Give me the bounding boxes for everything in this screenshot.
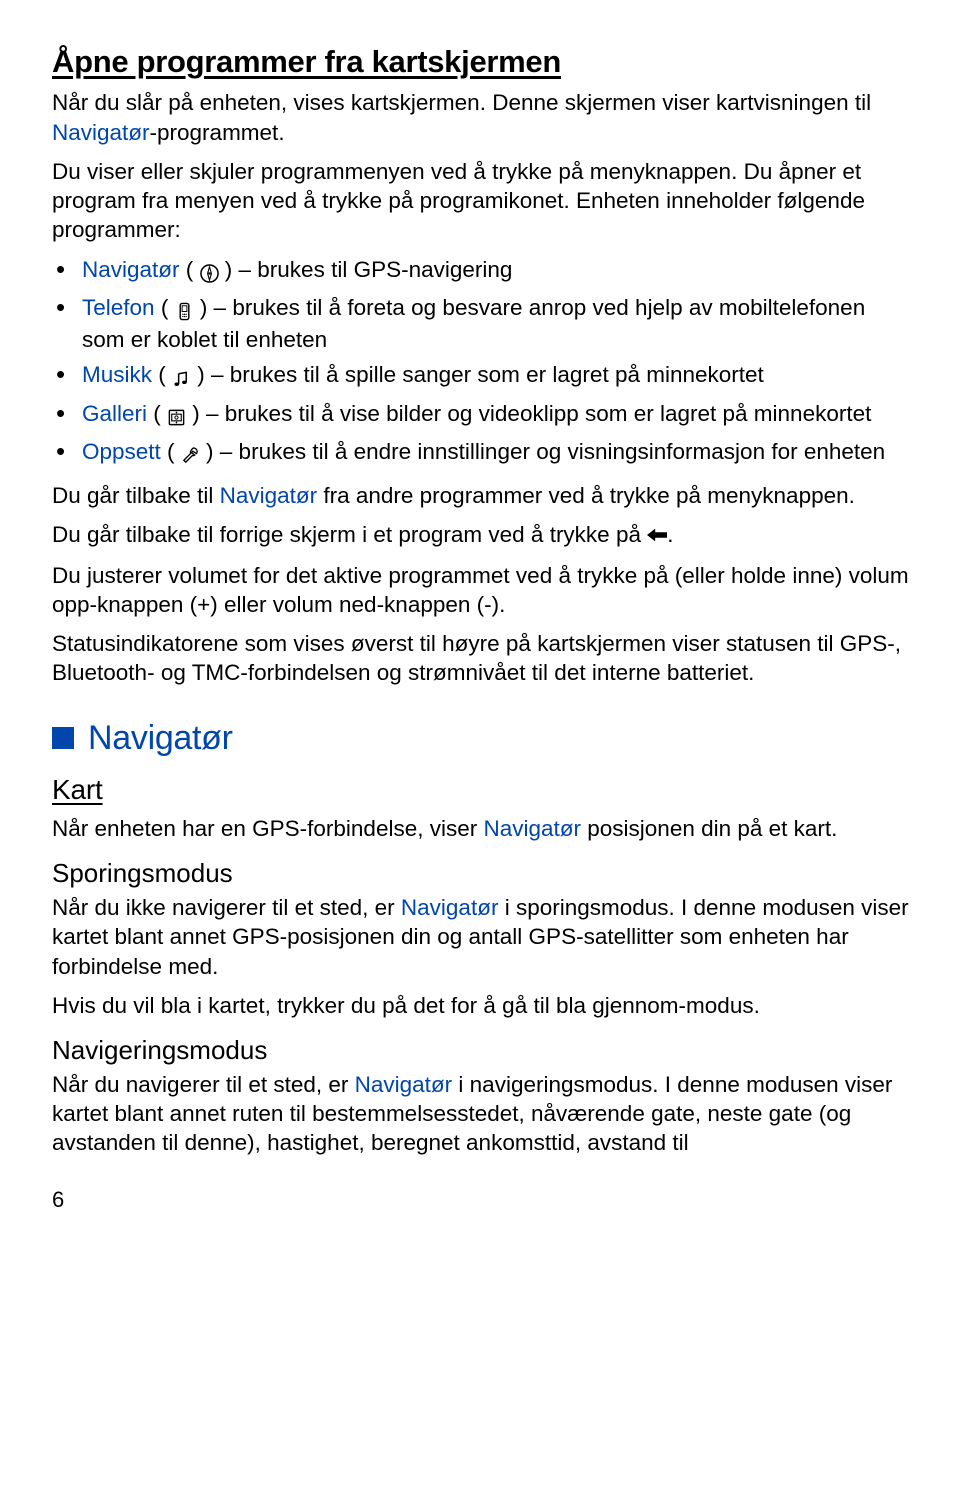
paren-open: ( [155, 295, 175, 320]
program-name-gallery: Galleri [82, 401, 147, 426]
text: Du går tilbake til forrige skjerm i et p… [52, 522, 647, 547]
program-link-navigator: Navigatør [220, 483, 318, 508]
text: Når enheten har en GPS-forbindelse, vise… [52, 816, 483, 841]
intro-paragraph-2: Du viser eller skjuler programmenyen ved… [52, 157, 912, 245]
kart-paragraph: Når enheten har en GPS-forbindelse, vise… [52, 814, 912, 843]
square-bullet-icon [52, 727, 74, 749]
sporings-paragraph-2: Hvis du vil bla i kartet, trykker du på … [52, 991, 912, 1020]
list-item: Galleri ( ) – brukes til å vise bilder o… [52, 399, 912, 431]
program-link-navigator: Navigatør [52, 120, 150, 145]
paren-open: ( [161, 439, 181, 464]
phone-icon [175, 296, 194, 325]
back-arrow-icon [647, 521, 667, 550]
text: Du går tilbake til [52, 483, 220, 508]
paren-open: ( [180, 257, 200, 282]
navigerings-paragraph: Når du navigerer til et sted, er Navigat… [52, 1070, 912, 1158]
wrench-icon [181, 440, 200, 469]
text: -programmet. [150, 120, 285, 145]
program-desc: ) – brukes til å spille sanger som er la… [191, 362, 764, 387]
music-icon [172, 363, 191, 392]
text: Når du navigerer til et sted, er [52, 1072, 355, 1097]
text: Når du slår på enheten, vises kartskjerm… [52, 90, 871, 115]
program-name-settings: Oppsett [82, 439, 161, 464]
back-paragraph: Du går tilbake til Navigatør fra andre p… [52, 481, 912, 510]
program-desc: ) – brukes til å endre innstillinger og … [200, 439, 885, 464]
program-name-phone: Telefon [82, 295, 155, 320]
sporings-paragraph-1: Når du ikke navigerer til et sted, er Na… [52, 893, 912, 981]
page-number: 6 [52, 1186, 912, 1215]
program-link-navigator: Navigatør [355, 1072, 453, 1097]
text: posisjonen din på et kart. [581, 816, 837, 841]
list-item: Telefon ( ) – brukes til å foreta og bes… [52, 293, 912, 355]
paren-open: ( [147, 401, 167, 426]
section-heading-navigator: Navigatør [52, 716, 912, 760]
program-link-navigator: Navigatør [483, 816, 581, 841]
heading-text: Navigatør [88, 716, 233, 760]
program-desc: ) – brukes til å vise bilder og videokli… [186, 401, 871, 426]
program-desc: ) – brukes til GPS-navigering [219, 257, 513, 282]
program-link-navigator: Navigatør [401, 895, 499, 920]
subheading-kart: Kart [52, 772, 912, 808]
text: Når du ikke navigerer til et sted, er [52, 895, 401, 920]
back-arrow-paragraph: Du går tilbake til forrige skjerm i et p… [52, 520, 912, 550]
text: fra andre programmer ved å trykke på men… [317, 483, 855, 508]
section-heading: Åpne programmer fra kartskjermen [52, 42, 912, 82]
subheading-sporingsmodus: Sporingsmodus [52, 857, 912, 891]
program-desc: ) – brukes til å foreta og besvare anrop… [82, 295, 865, 352]
gallery-icon [167, 402, 186, 431]
text: . [667, 522, 673, 547]
program-name-music: Musikk [82, 362, 152, 387]
list-item: Navigatør ( ) – brukes til GPS-navigerin… [52, 255, 912, 287]
list-item: Oppsett ( ) – brukes til å endre innstil… [52, 437, 912, 469]
intro-paragraph-1: Når du slår på enheten, vises kartskjerm… [52, 88, 912, 147]
volume-paragraph: Du justerer volumet for det aktive progr… [52, 561, 912, 620]
status-paragraph: Statusindikatorene som vises øverst til … [52, 629, 912, 688]
program-name-navigator: Navigatør [82, 257, 180, 282]
paren-open: ( [152, 362, 172, 387]
list-item: Musikk ( ) – brukes til å spille sanger … [52, 360, 912, 392]
subheading-navigeringsmodus: Navigeringsmodus [52, 1034, 912, 1068]
compass-icon [200, 258, 219, 287]
program-list: Navigatør ( ) – brukes til GPS-navigerin… [52, 255, 912, 470]
